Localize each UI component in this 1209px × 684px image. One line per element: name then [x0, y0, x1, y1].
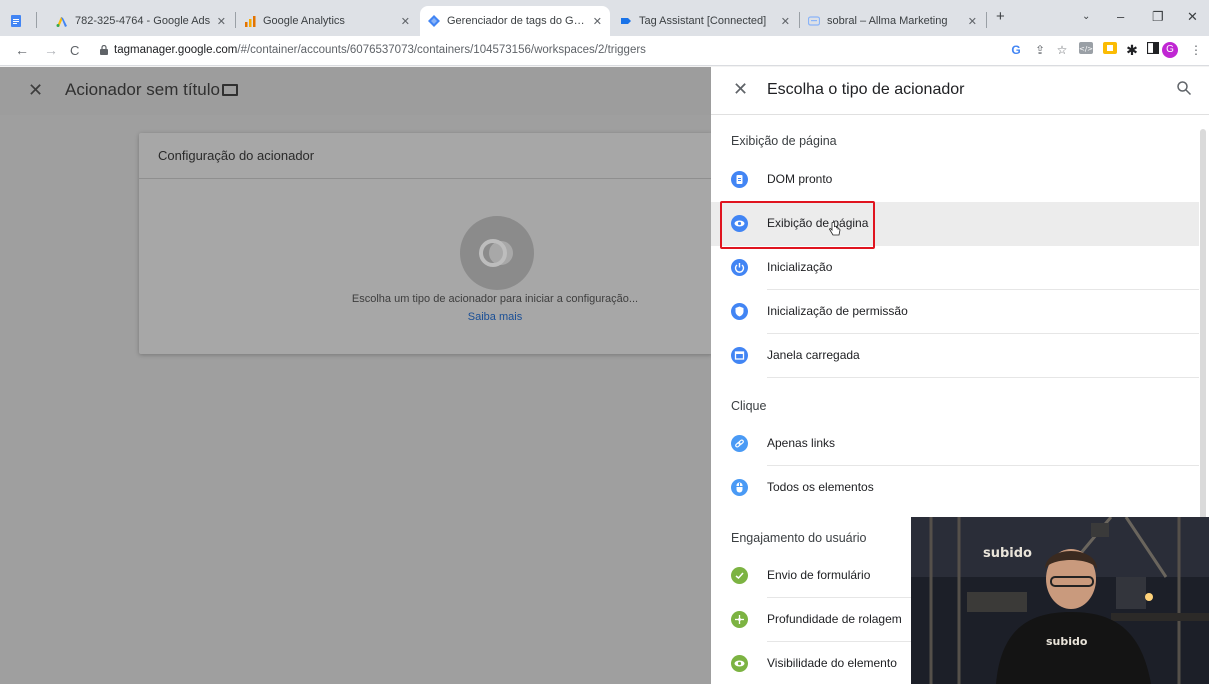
editor-hint: Escolha um tipo de acionador para inicia…	[200, 293, 790, 323]
browser-tab-strip: 782-325-4764 - Google Ads ✕ Google Analy…	[0, 0, 1209, 36]
shirt-logo: subido	[1046, 635, 1088, 648]
tab-label: 782-325-4764 - Google Ads	[75, 15, 211, 27]
card-title: Configuração do acionador	[158, 148, 315, 163]
url-path: /#/container/accounts/6076537073/contain…	[237, 44, 646, 56]
url-field[interactable]: tagmanager.google.com/#/container/accoun…	[114, 44, 646, 56]
trigger-option-window-loaded[interactable]: Janela carregada	[711, 334, 1199, 378]
eye-icon	[731, 655, 748, 672]
tag-assistant-icon	[621, 18, 631, 24]
section-user-engagement: Engajamento do usuário	[731, 531, 867, 545]
learn-more-link[interactable]: Saiba mais	[200, 311, 790, 323]
hint-text: Escolha um tipo de acionador para inicia…	[351, 293, 639, 305]
tab-tag-assistant[interactable]: Tag Assistant [Connected] ✕	[612, 6, 798, 36]
hand-cursor-icon	[829, 222, 841, 236]
section-page-view: Exibição de página	[731, 134, 837, 148]
option-label: DOM pronto	[767, 172, 833, 186]
option-label: Envio de formulário	[767, 568, 871, 582]
option-label: Todos os elementos	[767, 480, 874, 494]
editor-header: ✕ Acionador sem título	[0, 67, 711, 115]
trigger-placeholder-icon	[460, 216, 534, 290]
avatar[interactable]: G	[1162, 42, 1178, 58]
tag-manager-icon	[428, 15, 440, 27]
site-icon	[808, 16, 820, 26]
tab-label: sobral – Allma Marketing	[827, 15, 948, 27]
tab-tag-manager[interactable]: Gerenciador de tags do Google ✕	[420, 6, 610, 36]
more-menu-icon[interactable]: ⋮	[1188, 42, 1204, 58]
forward-arrow-icon[interactable]: →	[44, 42, 58, 58]
option-label: Janela carregada	[767, 348, 860, 362]
trigger-option-consent-initialization[interactable]: Inicialização de permissão	[711, 290, 1199, 334]
document-icon	[731, 171, 748, 188]
browser-toolbar: ← → C tagmanager.google.com/#/container/…	[0, 36, 1209, 66]
search-icon[interactable]	[1176, 80, 1192, 96]
close-icon[interactable]: ✕	[968, 15, 977, 28]
extensions-puzzle-icon[interactable]: ✱	[1124, 42, 1140, 58]
reload-icon[interactable]: C	[70, 43, 79, 58]
close-panel-icon[interactable]: ✕	[733, 79, 748, 100]
option-label: Profundidade de rolagem	[767, 612, 902, 626]
google-analytics-icon	[245, 16, 256, 27]
presenter-video: subido subido	[911, 517, 1209, 684]
bookmark-star-icon[interactable]: ☆	[1054, 42, 1070, 58]
folder-icon[interactable]	[222, 84, 238, 96]
minimize-button[interactable]: –	[1117, 9, 1124, 24]
tab-label: Gerenciador de tags do Google	[447, 15, 587, 27]
close-icon[interactable]: ✕	[781, 15, 790, 28]
lock-icon	[100, 45, 108, 55]
tab-google-analytics[interactable]: Google Analytics ✕	[236, 6, 418, 36]
option-label: Inicialização	[767, 260, 833, 274]
close-editor-icon[interactable]: ✕	[28, 80, 43, 101]
webcam-overlay: subido subido	[911, 517, 1209, 684]
svg-text:</>: </>	[1079, 45, 1093, 53]
close-icon[interactable]: ✕	[401, 15, 410, 28]
google-icon[interactable]: G	[1008, 42, 1024, 58]
section-click: Clique	[731, 399, 767, 413]
link-icon	[731, 435, 748, 452]
trigger-name[interactable]: Acionador sem título	[65, 80, 220, 100]
close-window-button[interactable]: ✕	[1187, 9, 1198, 25]
trigger-option-just-links[interactable]: Apenas links	[711, 422, 1199, 466]
maximize-button[interactable]: ❐	[1152, 9, 1164, 25]
side-panel-icon[interactable]	[1145, 41, 1161, 58]
close-icon[interactable]: ✕	[593, 15, 602, 28]
scroll-icon	[731, 611, 748, 628]
power-icon	[731, 259, 748, 276]
extension-tag-icon[interactable]	[1102, 42, 1118, 58]
google-ads-icon	[56, 17, 67, 27]
mouse-icon	[731, 479, 748, 496]
back-arrow-icon[interactable]: ←	[15, 42, 29, 58]
wall-logo: subido	[983, 546, 1032, 561]
option-label: Inicialização de permissão	[767, 304, 908, 318]
tab-search-button[interactable]: ⌄	[1082, 11, 1090, 22]
form-icon	[731, 567, 748, 584]
trigger-option-dom-ready[interactable]: DOM pronto	[711, 158, 1199, 202]
trigger-option-all-elements[interactable]: Todos os elementos	[711, 466, 1199, 510]
extension-code-icon[interactable]: </>	[1078, 42, 1094, 58]
trigger-option-initialization[interactable]: Inicialização	[711, 246, 1199, 290]
window-icon	[731, 347, 748, 364]
docs-icon	[11, 15, 21, 27]
tab-label: Google Analytics	[263, 15, 345, 27]
share-icon[interactable]: ⇪	[1032, 42, 1048, 58]
tab-label: Tag Assistant [Connected]	[639, 15, 767, 27]
tab-search-icon[interactable]	[2, 6, 30, 36]
shield-icon	[731, 303, 748, 320]
panel-title: Escolha o tipo de acionador	[767, 81, 965, 98]
url-host: tagmanager.google.com	[114, 44, 238, 56]
highlight-box	[720, 201, 875, 249]
panel-header: ✕ Escolha o tipo de acionador	[711, 67, 1209, 115]
tab-google-ads[interactable]: 782-325-4764 - Google Ads ✕	[48, 6, 234, 36]
option-label: Visibilidade do elemento	[767, 656, 897, 670]
close-icon[interactable]: ✕	[217, 15, 226, 28]
option-label: Apenas links	[767, 436, 836, 450]
new-tab-button[interactable]: +	[996, 8, 1005, 25]
tab-allma-marketing[interactable]: sobral – Allma Marketing ✕	[800, 6, 985, 36]
